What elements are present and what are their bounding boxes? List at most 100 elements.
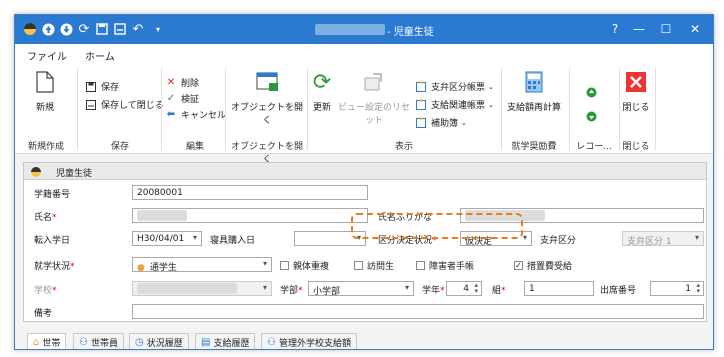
recalc-label: 支給額再計算 <box>506 103 561 113</box>
down-circle-icon[interactable] <box>59 22 73 36</box>
title-bar: ⟳ ↶ ▾ - 児童生徒 ? — ☐ ✕ <box>15 15 713 44</box>
stepper-arrows-icon: ▴ ▾ <box>696 281 700 295</box>
group-edit: 編集 <box>185 142 204 152</box>
title-redacted <box>315 24 385 35</box>
stepper-arrows-icon: ▴ ▾ <box>474 281 478 295</box>
tab-members[interactable]: ⚇ 世帯員 <box>73 333 124 349</box>
save-label: 保存 <box>101 83 120 93</box>
tab-household[interactable]: ⌂ 世帯 <box>27 333 67 349</box>
name-field[interactable] <box>132 208 368 223</box>
app-icon <box>23 22 37 36</box>
refresh-button[interactable]: ⟳ 更新 <box>309 70 335 114</box>
dropdown-icon[interactable]: ▾ <box>151 22 165 36</box>
separator <box>307 68 308 150</box>
tab-payment-history[interactable]: ▤ 支給履歴 <box>195 333 256 349</box>
transfer-date-picker[interactable]: H30/04/01 ▾ <box>132 231 202 246</box>
bedding-label: 寝具購入日 <box>210 236 256 246</box>
student-no-label: 学籍番号 <box>34 190 71 200</box>
record-up-button[interactable] <box>585 86 601 98</box>
tab-external-school[interactable]: ⚇ 管理外学校支給額 <box>261 333 357 349</box>
delete-x-icon: ✕ <box>166 77 176 88</box>
delete-button[interactable]: ✕ 削除 <box>165 76 199 89</box>
chevron-down-icon: ▾ <box>192 233 197 242</box>
collapse-icon[interactable] <box>30 166 42 178</box>
school-label: 学校* <box>34 286 57 296</box>
visit-checkbox[interactable]: 訪問生 <box>354 259 394 272</box>
student-no-field[interactable]: 20080001 <box>132 185 368 200</box>
menu-bar: ファイル ホーム <box>15 44 713 66</box>
separator <box>225 68 226 150</box>
maximize-button[interactable]: ☐ <box>652 20 680 38</box>
cancel-label: キャンセル <box>181 111 227 121</box>
save-icon[interactable] <box>95 22 109 36</box>
delete-label: 削除 <box>181 79 200 89</box>
attend-label: 就学状況* <box>34 262 75 272</box>
menu-file[interactable]: ファイル <box>27 48 67 63</box>
attend-select[interactable]: ● 通学生 ▾ <box>132 257 272 272</box>
save-button[interactable]: 保存 <box>85 80 119 93</box>
group-close: 閉じる <box>622 142 650 152</box>
grade-label: 学年* <box>422 286 445 296</box>
close-icon <box>625 70 647 94</box>
separator <box>619 68 620 150</box>
seat-stepper[interactable]: 1 ▴ ▾ <box>650 281 704 296</box>
chevron-down-icon: ⌄ <box>488 82 494 91</box>
open-object-button[interactable]: オブジェクトを開く <box>229 70 305 126</box>
up-circle-icon[interactable] <box>41 22 55 36</box>
note-field[interactable] <box>132 304 704 319</box>
dept-select[interactable]: 小学部 ▾ <box>308 281 414 296</box>
open-object-icon <box>256 70 278 94</box>
aux-button[interactable]: 補助簿 ⌄ <box>415 116 467 129</box>
chevron-down-icon: ▾ <box>262 259 267 268</box>
separator <box>77 68 78 150</box>
separator <box>161 68 162 150</box>
close-button[interactable]: 閉じる <box>621 70 651 113</box>
group-school-aid: 就学奨励費 <box>511 142 557 152</box>
reset-view-button: ビュー設定のリセット <box>335 70 413 126</box>
open-object-label: オブジェクトを開く <box>230 103 303 126</box>
dept-label: 学部* <box>280 286 303 296</box>
new-button[interactable]: 新規 <box>27 70 63 113</box>
undo-icon[interactable]: ↶ <box>131 22 145 37</box>
chevron-down-icon: ▾ <box>522 233 527 242</box>
tab-status-history[interactable]: ◷ 状況履歴 <box>129 333 189 349</box>
tab-strip: ⌂ 世帯 ⚇ 世帯員 ◷ 状況履歴 ▤ 支給履歴 ⚇ 管理外学校支給額 <box>23 333 707 349</box>
close-label: 閉じる <box>622 103 650 113</box>
down-circle-icon <box>585 110 597 122</box>
group-save: 保存 <box>110 142 129 152</box>
disability-checkbox[interactable]: 障害者手帳 <box>416 259 474 272</box>
cancel-arrow-icon: ⬅ <box>166 109 176 120</box>
dorm-checkbox[interactable]: 親体重複 <box>280 259 329 272</box>
clipboard-icon <box>415 81 427 93</box>
reset-view-icon <box>363 70 385 94</box>
save-close-icon[interactable] <box>113 22 127 36</box>
grade-stepper[interactable]: 4 ▴ ▾ <box>446 281 482 296</box>
class-field[interactable]: 1 <box>524 281 594 296</box>
note-label: 備考 <box>34 309 53 319</box>
close-window-button[interactable]: ✕ <box>681 20 709 38</box>
new-document-icon <box>34 70 56 94</box>
aux-label: 補助簿 <box>431 119 459 129</box>
ledger1-button[interactable]: 支弁区分帳票 ⌄ <box>415 80 494 93</box>
chevron-down-icon: ▾ <box>694 233 699 242</box>
recalc-button[interactable]: 支給額再計算 <box>503 70 565 113</box>
chevron-down-icon: ⌄ <box>488 100 494 109</box>
record-down-button[interactable] <box>585 110 601 122</box>
list-icon: ▤ <box>201 337 211 348</box>
refresh-icon[interactable]: ⟳ <box>77 22 91 37</box>
shiben-label: 支弁区分 <box>540 236 577 246</box>
measure-checkbox[interactable]: ✓ 措置費受給 <box>514 259 572 272</box>
save-close-button[interactable]: 保存して閉じる <box>85 98 164 111</box>
person-icon: ● <box>137 263 145 272</box>
seat-label: 出席番号 <box>600 286 637 296</box>
app-window: ⟳ ↶ ▾ - 児童生徒 ? — ☐ ✕ ファイル ホーム 新規 新規作成 保存… <box>14 14 714 350</box>
minimize-button[interactable]: — <box>625 20 653 38</box>
check-icon: ✓ <box>514 261 523 270</box>
ledger2-button[interactable]: 支給関連帳票 ⌄ <box>415 98 494 111</box>
reset-view-label: ビュー設定のリセット <box>337 103 410 126</box>
home-icon: ⌂ <box>33 337 40 348</box>
panel-header: 児童生徒 <box>24 163 706 180</box>
verify-button[interactable]: ✓ 検証 <box>165 92 199 105</box>
cancel-button[interactable]: ⬅ キャンセル <box>165 108 226 121</box>
people-icon: ⚇ <box>79 337 88 348</box>
